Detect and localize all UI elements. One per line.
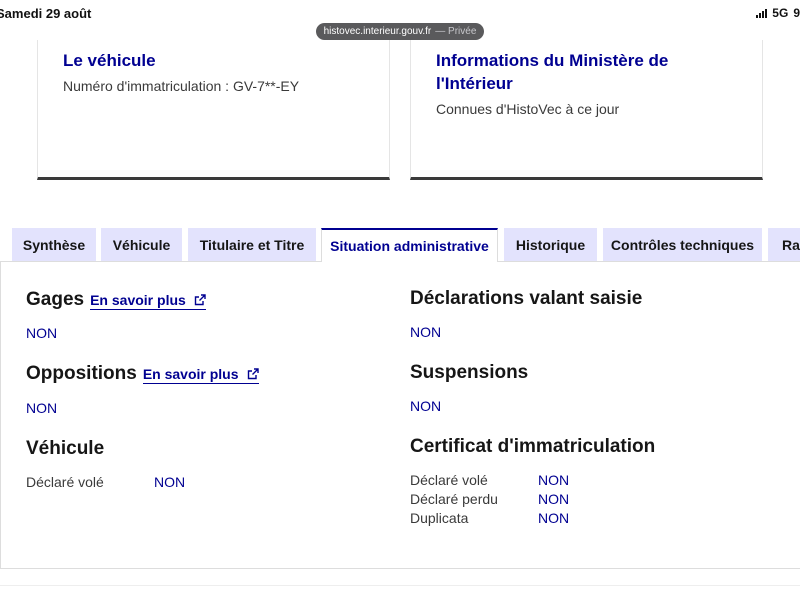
plate-number: Numéro d'immatriculation : GV-7**-EY: [63, 78, 300, 94]
gages-title: Gages: [26, 289, 85, 310]
signal-icon: [756, 8, 768, 18]
tab-vehicule[interactable]: Véhicule: [101, 228, 182, 261]
tab-controles-techniques[interactable]: Contrôles techniques: [603, 228, 762, 261]
saisie-value: NON: [410, 324, 442, 340]
certificat-duplicata-label: Duplicata: [410, 510, 469, 526]
vehicle-card: Le véhicule Numéro d'immatriculation : G…: [37, 40, 390, 180]
certificat-stolen-value: NON: [538, 472, 570, 488]
tab-historique[interactable]: Historique: [504, 228, 597, 261]
vehicle-card-title: Le véhicule: [63, 51, 156, 70]
certificat-lost-value: NON: [538, 491, 570, 507]
certificat-section-title: Certificat d'immatriculation: [410, 436, 656, 457]
certificat-lost-label: Déclaré perdu: [410, 491, 498, 507]
suspensions-section-title: Suspensions: [410, 362, 529, 383]
tab-situation-administrative[interactable]: Situation administrative: [321, 228, 498, 262]
vehicule-stolen-value: NON: [154, 474, 186, 490]
private-label: — Privée: [435, 26, 477, 37]
status-time: Samedi 29 août: [0, 6, 92, 21]
ministry-card-title-line1: Informations du Ministère de: [436, 51, 669, 70]
vehicule-section-title: Véhicule: [26, 438, 105, 459]
suspensions-value: NON: [410, 398, 442, 414]
ministry-card: Informations du Ministère de l'Intérieur…: [410, 40, 763, 180]
tab-synthese[interactable]: Synthèse: [12, 228, 96, 261]
status-bar: Samedi 29 août 5G 9 histovec.interieur.g…: [0, 0, 800, 40]
oppositions-learn-more-link[interactable]: En savoir plus: [142, 366, 259, 384]
battery-label: 9: [793, 6, 800, 20]
tab-titulaire[interactable]: Titulaire et Titre: [188, 228, 316, 261]
certificat-stolen-label: Déclaré volé: [410, 472, 488, 488]
tab-bar: Synthèse Véhicule Titulaire et Titre Sit…: [0, 228, 800, 262]
oppositions-title: Oppositions: [26, 363, 137, 384]
oppositions-section: Oppositions En savoir plus: [26, 363, 259, 385]
ministry-card-title-line2: l'Intérieur: [436, 74, 513, 93]
gages-learn-more-link[interactable]: En savoir plus: [90, 292, 206, 310]
saisie-section-title: Déclarations valant saisie: [410, 288, 643, 309]
external-link-icon: [247, 368, 259, 380]
tab-rapport[interactable]: Rap: [768, 228, 800, 261]
external-link-icon: [194, 294, 206, 306]
url-text: histovec.interieur.gouv.fr: [323, 26, 432, 37]
gages-section: Gages En savoir plus: [26, 289, 206, 311]
vehicule-stolen-label: Déclaré volé: [26, 474, 104, 490]
ministry-card-subtitle: Connues d'HistoVec à ce jour: [436, 101, 620, 117]
situation-panel: Gages En savoir plus NON Oppositions En …: [0, 261, 800, 569]
certificat-duplicata-value: NON: [538, 510, 570, 526]
network-label: 5G: [772, 6, 789, 20]
gages-learn-more-label: En savoir plus: [90, 292, 186, 308]
oppositions-learn-more-label: En savoir plus: [142, 366, 239, 382]
divider: [0, 585, 800, 586]
status-indicators: 5G 9: [756, 6, 800, 20]
gages-value: NON: [26, 325, 58, 341]
oppositions-value: NON: [26, 400, 58, 416]
url-bar[interactable]: histovec.interieur.gouv.fr — Privée: [316, 23, 484, 40]
